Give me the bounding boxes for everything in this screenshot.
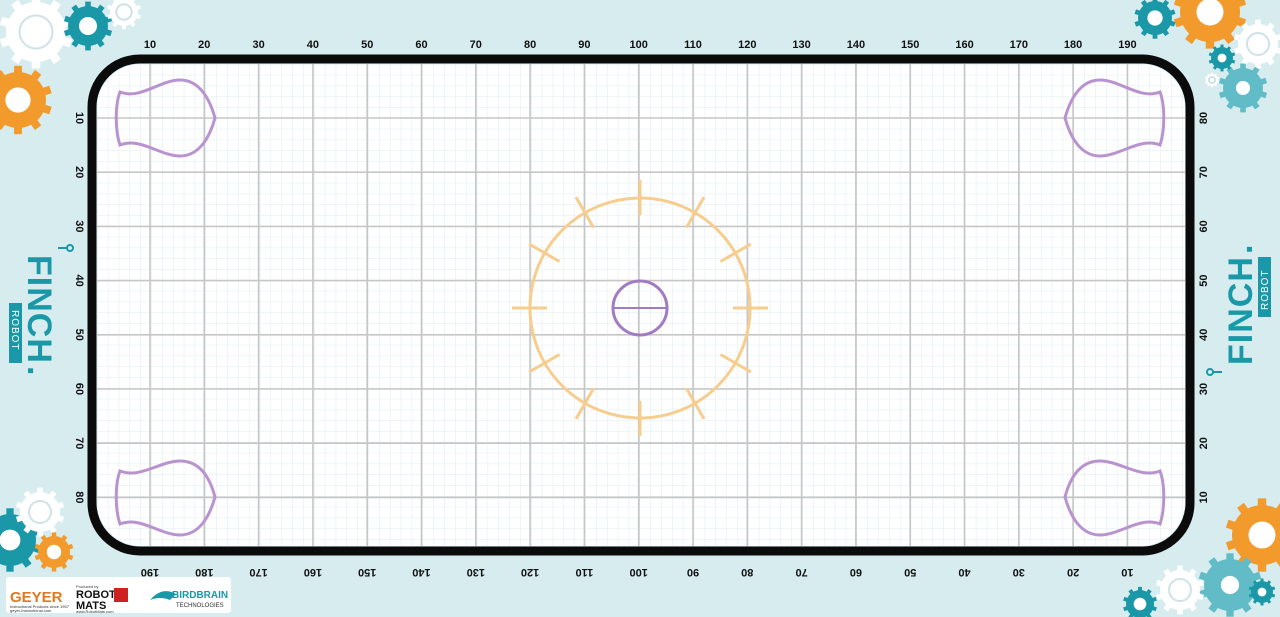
scale-label-top: 130 <box>792 39 810 51</box>
scale-label-right: 30 <box>1198 383 1210 395</box>
scale-label-bottom: 60 <box>850 566 862 578</box>
sponsor-logos: GEYER Instructional Products since 1957 … <box>6 577 231 614</box>
scale-label-top: 80 <box>524 39 536 51</box>
scale-label-top: 160 <box>955 39 973 51</box>
finch-text-left: FINCH <box>20 255 58 364</box>
scale-label-top: 50 <box>361 39 373 51</box>
scale-label-bottom: 180 <box>195 566 213 578</box>
svg-text:TECHNOLOGIES: TECHNOLOGIES <box>176 603 224 609</box>
minor-grid <box>97 64 1185 546</box>
scale-label-top: 180 <box>1064 39 1082 51</box>
scale-label-bottom: 170 <box>249 566 267 578</box>
scale-label-left: 10 <box>73 112 85 124</box>
scale-label-bottom: 20 <box>1067 566 1079 578</box>
scale-label-bottom: 80 <box>741 566 753 578</box>
finch-dot-right: . <box>1222 244 1260 254</box>
finch-dot-left: . <box>20 366 58 376</box>
scale-label-bottom: 90 <box>687 566 699 578</box>
scale-label-top: 120 <box>738 39 756 51</box>
scale-label-top: 10 <box>144 39 156 51</box>
scale-label-bottom: 10 <box>1121 566 1133 578</box>
scale-label-bottom: 120 <box>521 566 539 578</box>
scale-label-left: 40 <box>73 274 85 286</box>
scale-label-bottom: 150 <box>358 566 376 578</box>
scale-label-top: 40 <box>307 39 319 51</box>
svg-text:geyer-instructional.com: geyer-instructional.com <box>10 608 52 613</box>
scale-label-bottom: 110 <box>576 566 594 578</box>
scale-label-bottom: 40 <box>958 566 970 578</box>
finch-robot-mat: 10 20 30 40 50 60 70 80 90 100 110 120 130 140 150 160 1… <box>0 0 1280 617</box>
scale-label-left: 80 <box>73 491 85 503</box>
scale-label-top: 30 <box>252 39 264 51</box>
scale-label-left: 50 <box>73 329 85 341</box>
scale-label-top: 100 <box>630 39 648 51</box>
scale-label-right: 80 <box>1198 112 1210 124</box>
scale-label-right: 60 <box>1198 220 1210 232</box>
scale-label-bottom: 190 <box>141 566 159 578</box>
scale-label-top: 20 <box>198 39 210 51</box>
scale-label-top: 140 <box>847 39 865 51</box>
scale-label-left: 30 <box>73 220 85 232</box>
scale-label-top: 190 <box>1118 39 1136 51</box>
scale-label-bottom: 50 <box>904 566 916 578</box>
scale-label-right: 50 <box>1198 274 1210 286</box>
scale-label-left: 20 <box>73 166 85 178</box>
scale-label-top: 150 <box>901 39 919 51</box>
scale-label-bottom: 100 <box>630 566 648 578</box>
svg-text:www.RobotMats.com: www.RobotMats.com <box>76 609 114 614</box>
robot-text-right: ROBOT <box>1260 269 1271 310</box>
scale-label-top: 90 <box>578 39 590 51</box>
scale-label-right: 10 <box>1198 491 1210 503</box>
scale-label-top: 110 <box>684 39 702 51</box>
scale-label-bottom: 160 <box>304 566 322 578</box>
scale-label-bottom: 30 <box>1013 566 1025 578</box>
scale-label-top: 70 <box>470 39 482 51</box>
scale-label-right: 70 <box>1198 166 1210 178</box>
scale-label-bottom: 70 <box>795 566 807 578</box>
scale-label-left: 70 <box>73 437 85 449</box>
finch-text-right: FINCH <box>1222 256 1260 365</box>
scale-label-left: 60 <box>73 383 85 395</box>
mat-area <box>87 54 1195 556</box>
scale-label-top: 170 <box>1010 39 1028 51</box>
scale-label-bottom: 140 <box>412 566 430 578</box>
svg-text:BIRDBRAIN: BIRDBRAIN <box>172 590 228 601</box>
robot-text-left: ROBOT <box>9 310 20 351</box>
scale-label-top: 60 <box>415 39 427 51</box>
scale-label-right: 40 <box>1198 329 1210 341</box>
scale-label-bottom: 130 <box>467 566 485 578</box>
scale-label-right: 20 <box>1198 437 1210 449</box>
